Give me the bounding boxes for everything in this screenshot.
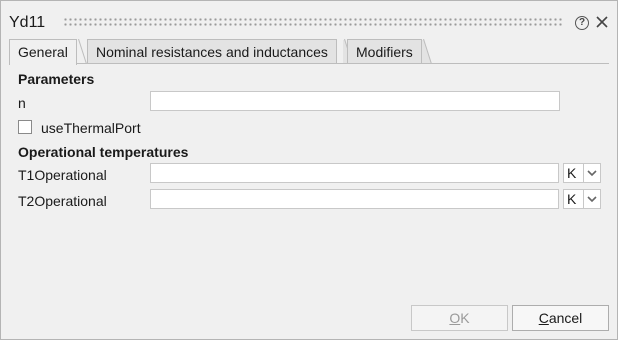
t1-unit-select[interactable]: K <box>563 163 601 183</box>
cancel-accelerator: C <box>538 310 549 326</box>
t2-operational-input[interactable] <box>150 189 559 209</box>
tab-label: Nominal resistances and inductances <box>96 44 328 60</box>
n-label: n <box>18 95 26 111</box>
unit-divider <box>583 190 584 208</box>
tab-label: Modifiers <box>356 44 413 60</box>
t2-unit-select[interactable]: K <box>563 189 601 209</box>
cancel-button[interactable]: Cancel <box>512 305 609 331</box>
t1-operational-label: T1Operational <box>18 167 107 183</box>
operational-temperatures-heading: Operational temperatures <box>18 144 189 160</box>
ok-label-rest: K <box>460 310 470 326</box>
parameters-heading: Parameters <box>18 71 95 87</box>
tab-label: General <box>18 44 68 60</box>
dialog-window: Yd11 ? General Nominal resistances and i… <box>0 0 618 340</box>
tab-nominal-resistances[interactable]: Nominal resistances and inductances <box>87 39 337 64</box>
tab-strip: General Nominal resistances and inductan… <box>9 39 609 65</box>
ok-button[interactable]: OK <box>411 305 508 331</box>
use-thermal-port-checkbox[interactable] <box>18 120 32 134</box>
close-icon[interactable] <box>594 14 610 30</box>
t2-operational-label: T2Operational <box>18 193 107 209</box>
title-bar[interactable]: Yd11 ? <box>1 1 617 37</box>
tab-modifiers[interactable]: Modifiers <box>347 39 422 64</box>
tab-general[interactable]: General <box>9 39 77 65</box>
tab-divider <box>9 63 609 64</box>
drag-grip[interactable] <box>63 17 563 27</box>
tab-slant <box>77 39 87 64</box>
ok-accelerator: O <box>449 310 461 326</box>
t2-unit-value: K <box>567 191 577 207</box>
cancel-label-rest: ancel <box>548 310 583 326</box>
t1-operational-input[interactable] <box>150 163 559 183</box>
t1-unit-value: K <box>567 165 577 181</box>
n-input[interactable] <box>150 91 560 111</box>
use-thermal-port-label: useThermalPort <box>41 120 141 136</box>
chevron-down-icon[interactable] <box>586 167 598 179</box>
window-title: Yd11 <box>9 14 46 31</box>
unit-divider <box>583 164 584 182</box>
help-icon[interactable]: ? <box>575 16 589 30</box>
chevron-down-icon[interactable] <box>586 193 598 205</box>
tab-slant <box>422 39 432 64</box>
